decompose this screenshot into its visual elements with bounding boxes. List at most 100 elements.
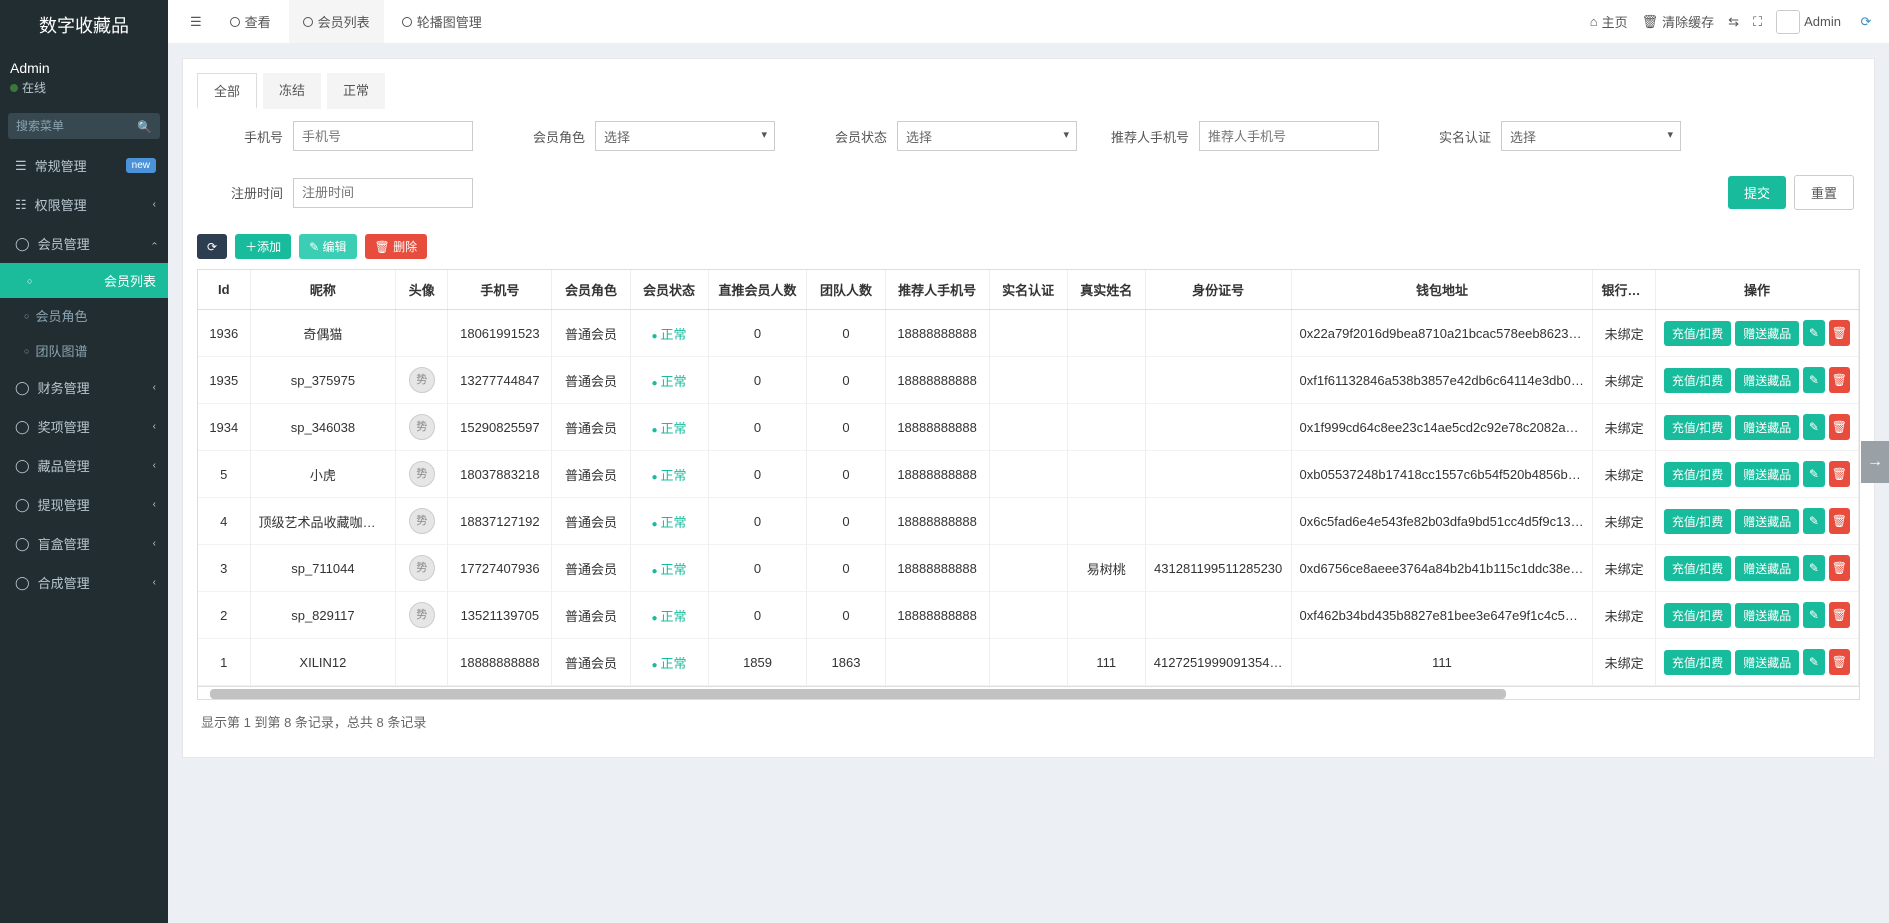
row-delete-button[interactable]: 🗑 bbox=[1829, 508, 1850, 534]
row-edit-button[interactable]: ✎ bbox=[1803, 367, 1824, 393]
menu-finance[interactable]: ◯财务管理‹ bbox=[0, 368, 168, 407]
gift-button[interactable]: 赠送藏品 bbox=[1735, 415, 1799, 440]
cell-status: 正常 bbox=[630, 498, 708, 545]
row-edit-button[interactable]: ✎ bbox=[1803, 320, 1824, 346]
gift-button[interactable]: 赠送藏品 bbox=[1735, 603, 1799, 628]
th-realname[interactable]: 实名认证 bbox=[989, 270, 1067, 310]
tab-view[interactable]: 查看 bbox=[216, 0, 285, 43]
menu-compose[interactable]: ◯合成管理‹ bbox=[0, 563, 168, 602]
edit-button[interactable]: ✎ 编辑 bbox=[299, 234, 356, 259]
recharge-button[interactable]: 充值/扣费 bbox=[1664, 556, 1731, 581]
clear-cache-link[interactable]: 🗑清除缓存 bbox=[1642, 12, 1715, 31]
row-delete-button[interactable]: 🗑 bbox=[1829, 461, 1850, 487]
row-edit-button[interactable]: ✎ bbox=[1803, 461, 1824, 487]
recharge-button[interactable]: 充值/扣费 bbox=[1664, 650, 1731, 675]
row-delete-button[interactable]: 🗑 bbox=[1829, 414, 1850, 440]
th-direct[interactable]: 直推会员人数 bbox=[708, 270, 807, 310]
gift-button[interactable]: 赠送藏品 bbox=[1735, 509, 1799, 534]
table-row[interactable]: 1936 奇偶猫 18061991523 普通会员 正常 0 0 1888888… bbox=[198, 310, 1859, 357]
th-bank[interactable]: 银行卡账 bbox=[1593, 270, 1655, 310]
status-select[interactable] bbox=[897, 121, 1077, 151]
row-delete-button[interactable]: 🗑 bbox=[1829, 555, 1850, 581]
filter-tab-normal[interactable]: 正常 bbox=[327, 73, 385, 109]
gift-button[interactable]: 赠送藏品 bbox=[1735, 321, 1799, 346]
th-avatar[interactable]: 头像 bbox=[396, 270, 448, 310]
recharge-button[interactable]: 充值/扣费 bbox=[1664, 462, 1731, 487]
th-role[interactable]: 会员角色 bbox=[552, 270, 630, 310]
realname-label: 实名认证 bbox=[1411, 127, 1491, 146]
lang-icon: ⇆ bbox=[1728, 14, 1739, 30]
refresh-table-button[interactable]: ⟳ bbox=[197, 234, 227, 259]
table-row[interactable]: 2 sp_829117 势 13521139705 普通会员 正常 0 0 18… bbox=[198, 592, 1859, 639]
lang-button[interactable]: ⇆ bbox=[1728, 14, 1739, 30]
submenu-team-graph[interactable]: ○团队图谱 bbox=[0, 333, 168, 368]
cell-phone: 18837127192 bbox=[448, 498, 552, 545]
tab-banner[interactable]: 轮播图管理 bbox=[388, 0, 496, 43]
recharge-button[interactable]: 充值/扣费 bbox=[1664, 415, 1731, 440]
home-link[interactable]: ⌂主页 bbox=[1590, 12, 1628, 31]
table-row[interactable]: 5 小虎 势 18037883218 普通会员 正常 0 0 188888888… bbox=[198, 451, 1859, 498]
recharge-button[interactable]: 充值/扣费 bbox=[1664, 368, 1731, 393]
right-drawer-handle[interactable]: → bbox=[1861, 441, 1889, 483]
recharge-button[interactable]: 充值/扣费 bbox=[1664, 603, 1731, 628]
refer-input[interactable] bbox=[1199, 121, 1379, 151]
tab-member-list[interactable]: 会员列表 bbox=[289, 0, 384, 43]
row-edit-button[interactable]: ✎ bbox=[1803, 414, 1824, 440]
row-edit-button[interactable]: ✎ bbox=[1803, 649, 1824, 675]
row-delete-button[interactable]: 🗑 bbox=[1829, 320, 1850, 346]
th-phone[interactable]: 手机号 bbox=[448, 270, 552, 310]
menu-blindbox[interactable]: ◯盲盒管理‹ bbox=[0, 524, 168, 563]
th-ops[interactable]: 操作 bbox=[1655, 270, 1858, 310]
menu-collection[interactable]: ◯藏品管理‹ bbox=[0, 446, 168, 485]
th-team[interactable]: 团队人数 bbox=[807, 270, 885, 310]
gift-button[interactable]: 赠送藏品 bbox=[1735, 556, 1799, 581]
toggle-sidebar-button[interactable]: ☰ bbox=[180, 8, 212, 36]
table-row[interactable]: 3 sp_711044 势 17727407936 普通会员 正常 0 0 18… bbox=[198, 545, 1859, 592]
admin-menu[interactable]: Admin bbox=[1776, 10, 1841, 34]
table-row[interactable]: 1934 sp_346038 势 15290825597 普通会员 正常 0 0… bbox=[198, 404, 1859, 451]
gift-button[interactable]: 赠送藏品 bbox=[1735, 650, 1799, 675]
menu-permission[interactable]: ☷权限管理‹ bbox=[0, 185, 168, 224]
submenu-member-list[interactable]: ○会员列表 bbox=[0, 263, 168, 298]
table-row[interactable]: 4 顶级艺术品收藏咖高宇泽 势 18837127192 普通会员 正常 0 0 … bbox=[198, 498, 1859, 545]
th-idcard[interactable]: 身份证号 bbox=[1145, 270, 1291, 310]
row-edit-button[interactable]: ✎ bbox=[1803, 602, 1824, 628]
row-edit-button[interactable]: ✎ bbox=[1803, 555, 1824, 581]
scrollbar-thumb[interactable] bbox=[210, 689, 1506, 699]
menu-withdraw[interactable]: ◯提现管理‹ bbox=[0, 485, 168, 524]
table-row[interactable]: 1935 sp_375975 势 13277744847 普通会员 正常 0 0… bbox=[198, 357, 1859, 404]
add-button[interactable]: ＋添加 bbox=[235, 234, 291, 259]
delete-button[interactable]: 🗑 删除 bbox=[365, 234, 428, 259]
th-refer[interactable]: 推荐人手机号 bbox=[885, 270, 989, 310]
search-icon[interactable]: 🔍 bbox=[137, 120, 152, 134]
phone-input[interactable] bbox=[293, 121, 473, 151]
menu-award[interactable]: ◯奖项管理‹ bbox=[0, 407, 168, 446]
row-delete-button[interactable]: 🗑 bbox=[1829, 602, 1850, 628]
row-delete-button[interactable]: 🗑 bbox=[1829, 367, 1850, 393]
th-id[interactable]: Id bbox=[198, 270, 250, 310]
realname-select[interactable] bbox=[1501, 121, 1681, 151]
recharge-button[interactable]: 充值/扣费 bbox=[1664, 509, 1731, 534]
menu-routine[interactable]: ☰常规管理new bbox=[0, 146, 168, 185]
row-delete-button[interactable]: 🗑 bbox=[1829, 649, 1850, 675]
filter-tab-frozen[interactable]: 冻结 bbox=[263, 73, 321, 109]
refresh-icon-button[interactable]: ⟳ bbox=[1855, 11, 1877, 33]
menu-member[interactable]: ◯会员管理‹ bbox=[0, 224, 168, 263]
gift-button[interactable]: 赠送藏品 bbox=[1735, 368, 1799, 393]
submit-button[interactable]: 提交 bbox=[1728, 176, 1786, 209]
gift-button[interactable]: 赠送藏品 bbox=[1735, 462, 1799, 487]
th-wallet[interactable]: 钱包地址 bbox=[1291, 270, 1593, 310]
filter-tab-all[interactable]: 全部 bbox=[197, 73, 257, 109]
horizontal-scrollbar[interactable] bbox=[197, 686, 1860, 700]
reset-button[interactable]: 重置 bbox=[1794, 175, 1854, 210]
regtime-input[interactable] bbox=[293, 178, 473, 208]
role-select[interactable] bbox=[595, 121, 775, 151]
fullscreen-button[interactable]: ⛶ bbox=[1753, 14, 1762, 30]
th-nick[interactable]: 昵称 bbox=[250, 270, 396, 310]
th-status[interactable]: 会员状态 bbox=[630, 270, 708, 310]
recharge-button[interactable]: 充值/扣费 bbox=[1664, 321, 1731, 346]
table-row[interactable]: 1 XILIN12 18888888888 普通会员 正常 1859 1863 … bbox=[198, 639, 1859, 686]
submenu-member-role[interactable]: ○会员角色 bbox=[0, 298, 168, 333]
th-realname2[interactable]: 真实姓名 bbox=[1067, 270, 1145, 310]
row-edit-button[interactable]: ✎ bbox=[1803, 508, 1824, 534]
